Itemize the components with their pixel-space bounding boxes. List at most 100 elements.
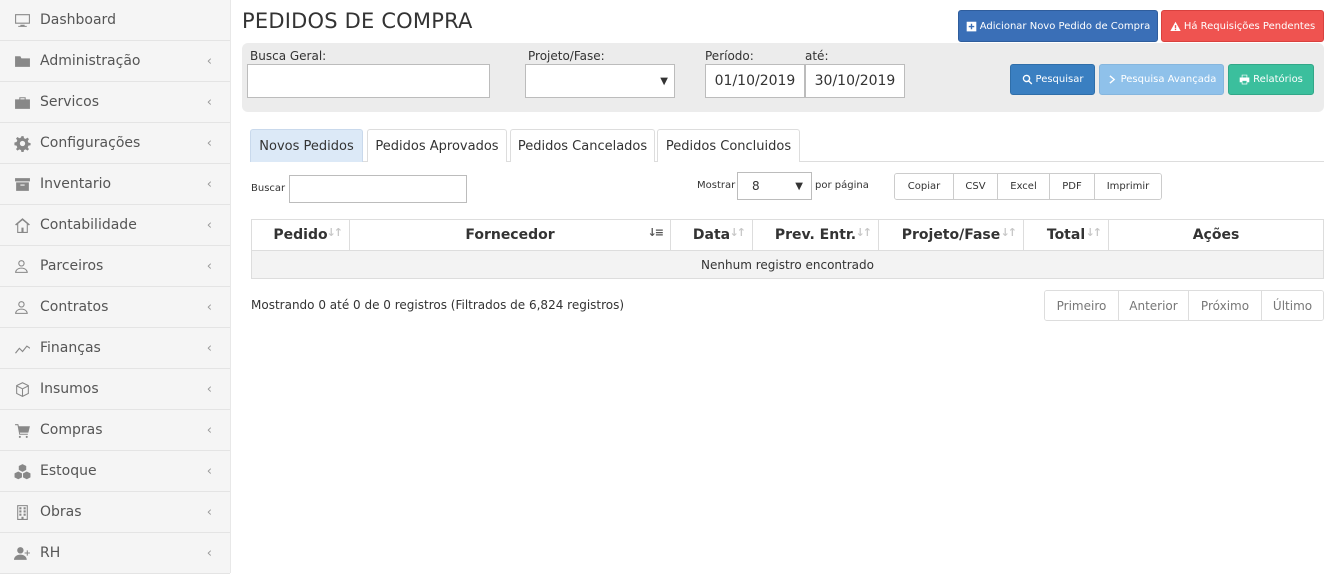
- next-page-button[interactable]: Próximo: [1189, 291, 1262, 320]
- cube-icon: [13, 380, 31, 398]
- advanced-search-button[interactable]: Pesquisa Avançada: [1099, 64, 1224, 95]
- building-icon: [13, 503, 31, 521]
- reports-label: Relatórios: [1253, 74, 1303, 85]
- column-header-acoes: Ações: [1108, 219, 1324, 251]
- sidebar-item-label: Finanças: [40, 340, 101, 356]
- pending-requisitions-button[interactable]: Há Requisições Pendentes: [1161, 10, 1324, 42]
- pdf-button[interactable]: PDF: [1050, 174, 1095, 199]
- busca-geral-input[interactable]: [247, 64, 490, 98]
- pending-requisitions-label: Há Requisições Pendentes: [1183, 20, 1316, 32]
- projeto-fase-select[interactable]: ▼: [525, 64, 675, 98]
- page-size-value: 8: [752, 179, 760, 193]
- excel-button[interactable]: Excel: [998, 174, 1050, 199]
- page-title: PEDIDOS DE COMPRA: [242, 9, 473, 33]
- sidebar-item-financas[interactable]: Finanças ‹: [0, 328, 230, 369]
- sidebar-item-obras[interactable]: Obras ‹: [0, 492, 230, 533]
- warning-icon: [1170, 21, 1181, 31]
- sidebar-item-contabilidade[interactable]: Contabilidade ‹: [0, 205, 230, 246]
- reports-button[interactable]: Relatórios: [1228, 64, 1314, 95]
- sidebar-item-label: Inventario: [40, 176, 112, 192]
- sort-desc-icon: ↓≡: [647, 226, 665, 239]
- sidebar-item-compras[interactable]: Compras ‹: [0, 410, 230, 451]
- sidebar-item-label: Compras: [40, 422, 103, 438]
- column-header-projeto-fase[interactable]: Projeto/Fase ↓↑: [878, 219, 1024, 251]
- users-icon: [13, 257, 31, 275]
- date-to-input[interactable]: 30/10/2019: [805, 64, 905, 98]
- sidebar-item-label: Configurações: [40, 135, 141, 151]
- briefcase-icon: [13, 93, 31, 111]
- sort-icon: ↓↑: [1000, 226, 1018, 239]
- sidebar-item-label: Dashboard: [40, 12, 116, 28]
- tab-pedidos-aprovados[interactable]: Pedidos Aprovados: [367, 129, 507, 162]
- export-buttons: Copiar CSV Excel PDF Imprimir: [894, 173, 1162, 200]
- sidebar-item-label: Administração: [40, 53, 141, 69]
- copy-button[interactable]: Copiar: [895, 174, 954, 199]
- chevron-left-icon: ‹: [206, 299, 212, 315]
- sidebar-item-servicos[interactable]: Servicos ‹: [0, 82, 230, 123]
- sidebar-item-dashboard[interactable]: Dashboard: [0, 0, 230, 41]
- sidebar-item-estoque[interactable]: Estoque ‹: [0, 451, 230, 492]
- search-button[interactable]: Pesquisar: [1010, 64, 1095, 95]
- chevron-left-icon: ‹: [206, 463, 212, 479]
- search-button-label: Pesquisar: [1035, 74, 1084, 85]
- print-button[interactable]: Imprimir: [1095, 174, 1161, 199]
- mostrar-label: Mostrar: [697, 180, 736, 191]
- date-from-input[interactable]: 01/10/2019: [705, 64, 805, 98]
- sidebar-item-administracao[interactable]: Administração ‹: [0, 41, 230, 82]
- empty-message: Nenhum registro encontrado: [251, 250, 1324, 279]
- csv-button[interactable]: CSV: [954, 174, 998, 199]
- first-page-button[interactable]: Primeiro: [1045, 291, 1119, 320]
- sidebar-item-label: Estoque: [40, 463, 97, 479]
- chevron-left-icon: ‹: [206, 258, 212, 274]
- chevron-left-icon: ‹: [206, 340, 212, 356]
- last-page-button[interactable]: Último: [1262, 291, 1323, 320]
- gear-icon: [13, 134, 31, 152]
- sidebar-item-label: Insumos: [40, 381, 99, 397]
- line-chart-icon: [13, 339, 31, 357]
- sort-icon: ↓↑: [729, 226, 747, 239]
- periodo-label: Período:: [705, 49, 754, 63]
- por-pagina-label: por página: [815, 180, 869, 191]
- search-icon: [1022, 74, 1032, 85]
- add-purchase-order-button[interactable]: Adicionar Novo Pedido de Compra: [958, 10, 1158, 42]
- home-icon: [13, 216, 31, 234]
- sidebar-item-insumos[interactable]: Insumos ‹: [0, 369, 230, 410]
- page-size-select[interactable]: 8 ▼: [737, 172, 812, 200]
- column-header-fornecedor[interactable]: Fornecedor ↓≡: [349, 219, 671, 251]
- sidebar-item-label: RH: [40, 545, 61, 561]
- column-header-pedido[interactable]: Pedido ↓↑: [251, 219, 350, 251]
- chevron-left-icon: ‹: [206, 94, 212, 110]
- pagination: Primeiro Anterior Próximo Último: [1044, 290, 1324, 321]
- sidebar-item-label: Contratos: [40, 299, 109, 315]
- users-icon: [13, 298, 31, 316]
- cart-icon: [13, 421, 31, 439]
- table-search-input[interactable]: [289, 175, 467, 203]
- tab-pedidos-concluidos[interactable]: Pedidos Concluidos: [657, 129, 800, 162]
- sidebar-item-label: Contabilidade: [40, 217, 137, 233]
- sidebar-item-rh[interactable]: RH ‹: [0, 533, 230, 574]
- sort-icon: ↓↑: [855, 226, 873, 239]
- column-header-total[interactable]: Total ↓↑: [1023, 219, 1109, 251]
- sidebar-item-configuracoes[interactable]: Configurações ‹: [0, 123, 230, 164]
- plus-square-icon: [966, 21, 977, 31]
- chevron-left-icon: ‹: [206, 381, 212, 397]
- filter-panel: Busca Geral: Projeto/Fase: ▼ Período: at…: [242, 43, 1324, 112]
- column-header-prev-entr[interactable]: Prev. Entr. ↓↑: [752, 219, 879, 251]
- projeto-fase-label: Projeto/Fase:: [528, 49, 605, 63]
- chevron-left-icon: ‹: [206, 135, 212, 151]
- order-tabs: Novos Pedidos Pedidos Aprovados Pedidos …: [250, 129, 1324, 162]
- tab-novos-pedidos[interactable]: Novos Pedidos: [250, 129, 363, 162]
- sidebar-item-contratos[interactable]: Contratos ‹: [0, 287, 230, 328]
- sidebar-item-inventario[interactable]: Inventario ‹: [0, 164, 230, 205]
- monitor-icon: [13, 11, 31, 29]
- sort-icon: ↓↑: [326, 226, 344, 239]
- sidebar-item-label: Obras: [40, 504, 82, 520]
- column-header-data[interactable]: Data ↓↑: [670, 219, 753, 251]
- previous-page-button[interactable]: Anterior: [1119, 291, 1189, 320]
- tab-pedidos-cancelados[interactable]: Pedidos Cancelados: [510, 129, 655, 162]
- sidebar-item-parceiros[interactable]: Parceiros ‹: [0, 246, 230, 287]
- buscar-label: Buscar: [251, 183, 286, 194]
- ate-label: até:: [805, 49, 829, 63]
- chevron-left-icon: ‹: [206, 545, 212, 561]
- sidebar-item-label: Servicos: [40, 94, 99, 110]
